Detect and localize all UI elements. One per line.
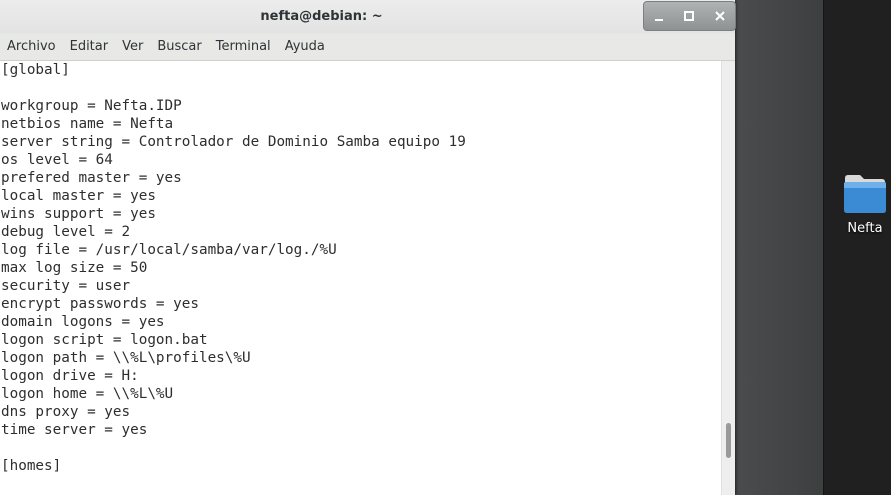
terminal-line: logon home = \\%L\%U: [1, 386, 174, 402]
terminal-line: prefered master = yes: [1, 170, 182, 186]
desktop-folder-nefta[interactable]: Nefta: [836, 170, 891, 242]
terminal-line: domain logons = yes: [1, 314, 165, 330]
menu-editar[interactable]: Editar: [63, 33, 116, 60]
terminal-line: [homes]: [1, 458, 62, 474]
terminal-line: logon path = \\%L\profiles\%U: [1, 350, 251, 366]
folder-icon: [844, 175, 886, 213]
terminal-window: nefta@debian: ~ Archivo Editar Ver Busca…: [0, 0, 736, 495]
terminal-line: dns proxy = yes: [1, 404, 131, 420]
menu-buscar[interactable]: Buscar: [150, 33, 208, 60]
menu-terminal[interactable]: Terminal: [209, 33, 278, 60]
terminal-line: debug level = 2: [1, 224, 131, 240]
terminal-line: logon drive = H:: [1, 368, 139, 384]
terminal-line: local master = yes: [1, 188, 156, 204]
maximize-icon: [684, 11, 695, 21]
menubar: Archivo Editar Ver Buscar Terminal Ayuda: [0, 33, 735, 61]
maximize-button[interactable]: [674, 2, 704, 30]
titlebar[interactable]: nefta@debian: ~: [0, 0, 736, 33]
close-button[interactable]: [705, 2, 735, 30]
desktop-panel: [823, 0, 891, 495]
minimize-icon: [655, 19, 664, 21]
terminal-line: [global]: [1, 62, 70, 78]
minimize-button[interactable]: [644, 2, 674, 30]
terminal-line: security = user: [1, 278, 131, 294]
terminal-line: netbios name = Nefta: [1, 116, 174, 132]
menu-ayuda[interactable]: Ayuda: [278, 33, 332, 60]
menu-ver[interactable]: Ver: [115, 33, 150, 60]
terminal-line: wins support = yes: [1, 206, 156, 222]
terminal-line: server string = Controlador de Dominio S…: [1, 134, 466, 150]
terminal-line: os level = 64: [1, 152, 113, 168]
window-controls: [643, 1, 736, 31]
terminal-line: max log size = 50: [1, 260, 148, 276]
menu-archivo[interactable]: Archivo: [0, 33, 63, 60]
terminal-line: logon script = logon.bat: [1, 332, 208, 348]
terminal-line: workgroup = Nefta.IDP: [1, 98, 182, 114]
close-icon: [715, 11, 725, 21]
terminal-output[interactable]: [global] workgroup = Nefta.IDP netbios n…: [0, 61, 721, 495]
window-title: nefta@debian: ~: [260, 9, 383, 24]
desktop-background: [735, 0, 823, 495]
terminal-line: encrypt passwords = yes: [1, 296, 199, 312]
scrollbar-thumb[interactable]: [726, 423, 731, 458]
vertical-scrollbar[interactable]: [721, 61, 735, 495]
folder-label: Nefta: [847, 221, 883, 236]
terminal-line: time server = yes: [1, 422, 148, 438]
terminal-line: log file = /usr/local/samba/var/log./%U: [1, 242, 337, 258]
